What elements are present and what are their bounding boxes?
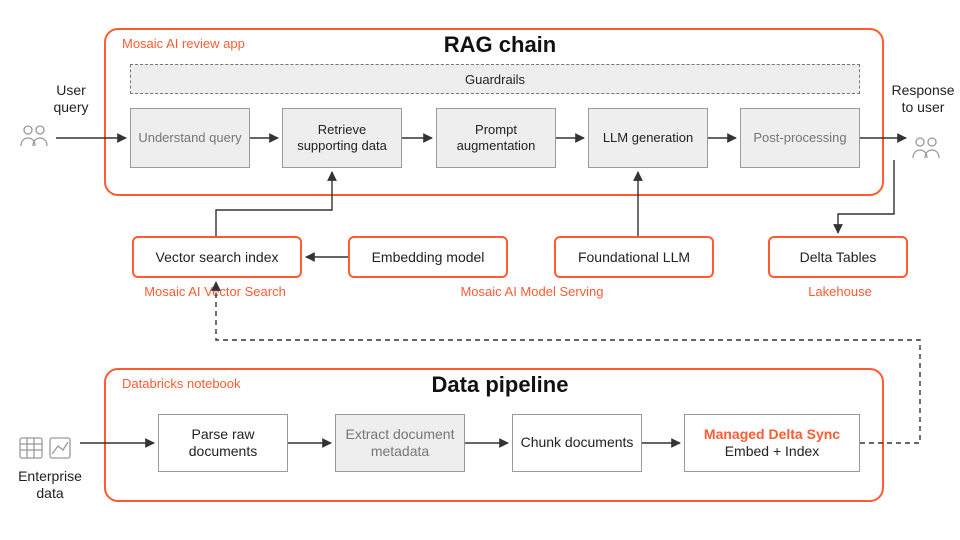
foundational-llm-box: Foundational LLM bbox=[554, 236, 714, 278]
lakehouse-sublabel: Lakehouse bbox=[790, 284, 890, 299]
delta-sync-title: Managed Delta Sync bbox=[704, 426, 840, 444]
delta-tables-box: Delta Tables bbox=[768, 236, 908, 278]
user-query-label: User query bbox=[44, 82, 98, 116]
users-icon bbox=[910, 134, 944, 162]
rag-title: RAG chain bbox=[400, 32, 600, 58]
embedding-model-box: Embedding model bbox=[348, 236, 508, 278]
pipeline-outer-label: Databricks notebook bbox=[122, 376, 241, 391]
pipeline-title: Data pipeline bbox=[390, 372, 610, 398]
vector-search-sublabel: Mosaic AI Vector Search bbox=[120, 284, 310, 299]
model-serving-sublabel: Mosaic AI Model Serving bbox=[402, 284, 662, 299]
users-icon bbox=[18, 122, 52, 150]
response-label: Response to user bbox=[890, 82, 956, 116]
stage-post-processing: Post-processing bbox=[740, 108, 860, 168]
rag-outer-label: Mosaic AI review app bbox=[122, 36, 245, 51]
enterprise-data-label: Enterprise data bbox=[10, 468, 90, 502]
stage-retrieve-data: Retrieve supporting data bbox=[282, 108, 402, 168]
stage-extract-metadata: Extract document metadata bbox=[335, 414, 465, 472]
data-source-icon bbox=[18, 432, 78, 464]
stage-chunk-docs: Chunk documents bbox=[512, 414, 642, 472]
stage-managed-delta-sync: Managed Delta Sync Embed + Index bbox=[684, 414, 860, 472]
vector-search-box: Vector search index bbox=[132, 236, 302, 278]
guardrails-box: Guardrails bbox=[130, 64, 860, 94]
stage-understand-query: Understand query bbox=[130, 108, 250, 168]
stage-llm-generation: LLM generation bbox=[588, 108, 708, 168]
stage-parse-docs: Parse raw documents bbox=[158, 414, 288, 472]
stage-prompt-augmentation: Prompt augmentation bbox=[436, 108, 556, 168]
delta-sync-subtitle: Embed + Index bbox=[704, 443, 840, 461]
